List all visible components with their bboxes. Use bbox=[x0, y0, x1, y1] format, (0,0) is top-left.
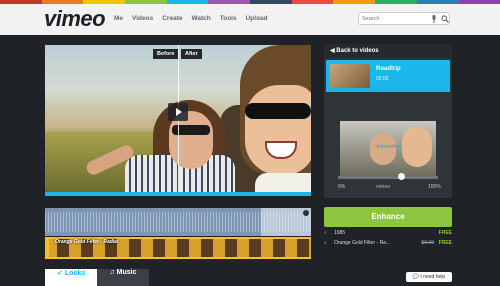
brand-stripe-segment bbox=[375, 0, 417, 4]
item-status: FREE bbox=[438, 240, 452, 246]
tab-music-label: Music bbox=[116, 269, 137, 276]
brand-stripe-segment bbox=[458, 0, 500, 4]
vimeo-logo[interactable]: vimeo bbox=[44, 6, 106, 32]
nav-me[interactable]: Me bbox=[114, 15, 123, 22]
search-icon[interactable] bbox=[441, 15, 449, 23]
video-person-right-sunglasses bbox=[245, 103, 311, 119]
item-name: 1985 bbox=[334, 230, 346, 236]
tab-music[interactable]: ♫ Music bbox=[97, 269, 149, 286]
item-price: $0.99 bbox=[421, 240, 434, 246]
search-input[interactable] bbox=[362, 14, 422, 24]
before-label: Before bbox=[153, 49, 179, 59]
video-title: Roadtrip bbox=[376, 66, 401, 72]
after-label: After bbox=[181, 49, 202, 59]
filter-track-handle[interactable] bbox=[45, 237, 49, 259]
music-note-icon: ♪ bbox=[324, 230, 327, 236]
filter-track-label: Orange Gold Filter - Radial bbox=[55, 239, 119, 245]
nav-videos[interactable]: Videos bbox=[132, 15, 153, 22]
music-note-icon: ♪ bbox=[324, 240, 327, 246]
video-progress-bar[interactable] bbox=[45, 192, 311, 196]
waveform-handle-icon[interactable] bbox=[303, 210, 309, 216]
brand-stripe-segment bbox=[416, 0, 459, 4]
help-button[interactable]: 💬 I need help bbox=[406, 272, 452, 282]
video-person-right-face bbox=[245, 85, 311, 175]
selected-video-item[interactable]: Roadtrip 02:56 bbox=[326, 60, 450, 92]
video-person-right-top bbox=[255, 173, 311, 192]
brand-stripe-segment bbox=[208, 0, 251, 4]
intensity-slider-knob[interactable] bbox=[398, 173, 406, 180]
tab-looks-label: Looks bbox=[64, 270, 86, 277]
nav-tools[interactable]: Tools bbox=[220, 15, 237, 22]
video-duration: 02:56 bbox=[376, 76, 389, 82]
brand-stripe-segment bbox=[291, 0, 334, 4]
vimeo-watermark: vimeo bbox=[376, 184, 391, 190]
main-nav: Me Videos Create Watch Tools Upload bbox=[114, 15, 268, 22]
nav-upload[interactable]: Upload bbox=[246, 15, 268, 22]
back-to-videos-label: ◀ Back to videos bbox=[330, 48, 379, 54]
video-thumbnail bbox=[330, 64, 370, 88]
waveform-lines bbox=[45, 212, 311, 232]
intensity-max-label: 100% bbox=[428, 184, 441, 190]
top-bar: vimeo Me Videos Create Watch Tools Uploa… bbox=[0, 0, 500, 35]
play-button[interactable] bbox=[168, 103, 188, 121]
audio-waveform[interactable] bbox=[45, 208, 311, 236]
brand-stripe-segment bbox=[83, 0, 126, 4]
music-icon: ♫ bbox=[109, 269, 115, 276]
intensity-slider[interactable] bbox=[338, 173, 438, 180]
item-name: Orange Gold Filter - Ra... bbox=[334, 240, 391, 246]
video-progress-fill bbox=[45, 192, 311, 196]
brand-stripe-segment bbox=[250, 0, 292, 4]
bottom-tabs: ✓ Looks ♫ Music bbox=[45, 269, 149, 286]
brand-stripe-segment bbox=[125, 0, 167, 4]
brand-stripe-segment bbox=[333, 0, 376, 4]
brand-stripe-segment bbox=[0, 0, 42, 4]
list-item[interactable]: ♪ Orange Gold Filter - Ra... $0.99 FREE bbox=[324, 239, 452, 249]
brand-stripe-segment bbox=[41, 0, 84, 4]
video-player[interactable]: Before After bbox=[45, 45, 311, 192]
microphone-icon[interactable] bbox=[431, 15, 437, 23]
search-box bbox=[358, 12, 450, 25]
video-panel: ◀ Back to videos Roadtrip 02:56 Intensit… bbox=[324, 44, 452, 198]
intensity-label: Intensity bbox=[376, 144, 400, 150]
tab-looks[interactable]: ✓ Looks bbox=[45, 269, 98, 286]
back-to-videos-button[interactable]: ◀ Back to videos bbox=[324, 44, 452, 58]
nav-create[interactable]: Create bbox=[162, 15, 182, 22]
filter-track[interactable]: Orange Gold Filter - Radial bbox=[45, 237, 311, 259]
brand-stripe bbox=[0, 0, 500, 4]
item-status: FREE bbox=[438, 230, 452, 236]
list-item[interactable]: ♪ 1985 FREE bbox=[324, 229, 452, 239]
enhance-button[interactable]: Enhance bbox=[324, 207, 452, 227]
intensity-min-label: 0% bbox=[338, 184, 346, 190]
brand-stripe-segment bbox=[166, 0, 209, 4]
check-icon: ✓ bbox=[57, 270, 63, 277]
nav-watch[interactable]: Watch bbox=[191, 15, 210, 22]
